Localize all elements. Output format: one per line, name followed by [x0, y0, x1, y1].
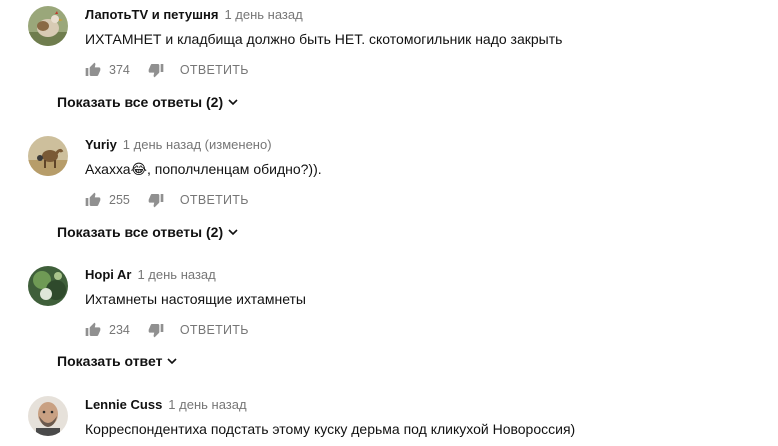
comment-text: Ихтамнеты настоящие ихтамнеты — [85, 291, 306, 307]
chevron-down-icon — [228, 228, 238, 236]
comment-body: Hopi Ar 1 день назад Ихтамнеты настоящие … — [85, 266, 765, 340]
timestamp[interactable]: 1 день назад — [137, 267, 215, 282]
comment-header: Yuriy 1 день назад (изменено) — [85, 136, 765, 154]
reply-button[interactable]: ОТВЕТИТЬ — [180, 323, 249, 337]
timestamp[interactable]: 1 день назад — [168, 397, 246, 412]
comment-text: ИХТАМНЕТ и кладбища должно быть НЕТ. ско… — [85, 31, 563, 47]
comment-header: Lennie Cuss 1 день назад — [85, 396, 765, 414]
thumbs-down-icon[interactable] — [148, 322, 164, 338]
comment-body: Lennie Cuss 1 день назад Корреспондентиха… — [85, 396, 765, 438]
show-replies-button[interactable]: Показать все ответы (2) — [57, 94, 238, 110]
author-name[interactable]: Yuriy — [85, 137, 117, 152]
comment-actions: 234 ОТВЕТИТЬ — [85, 320, 765, 340]
comment-text: Ахахха😂, пополчленцам обидно?)). — [85, 161, 322, 177]
comment-actions: 255 ОТВЕТИТЬ — [85, 190, 765, 210]
author-name[interactable]: Lennie Cuss — [85, 397, 162, 412]
chevron-down-icon — [228, 98, 238, 106]
show-replies-button[interactable]: Показать все ответы (2) — [57, 224, 238, 240]
like-count: 234 — [109, 323, 130, 337]
thumbs-down-icon[interactable] — [148, 62, 164, 78]
thumbs-up-icon[interactable] — [85, 192, 101, 208]
like-count: 255 — [109, 193, 130, 207]
comment-body: ЛапотьTV и петушня 1 день назад ИХТАМНЕТ … — [85, 6, 765, 80]
show-replies-label: Показать все ответы (2) — [57, 224, 224, 240]
comment-header: ЛапотьTV и петушня 1 день назад — [85, 6, 765, 24]
avatar[interactable] — [28, 136, 68, 176]
author-name[interactable]: Hopi Ar — [85, 267, 131, 282]
timestamp[interactable]: 1 день назад — [224, 7, 302, 22]
avatar[interactable] — [28, 396, 68, 436]
reply-button[interactable]: ОТВЕТИТЬ — [180, 193, 249, 207]
thumbs-up-icon[interactable] — [85, 62, 101, 78]
show-replies-label: Показать ответ — [57, 353, 163, 369]
like-count: 374 — [109, 63, 130, 77]
reply-button[interactable]: ОТВЕТИТЬ — [180, 63, 249, 77]
thumbs-down-icon[interactable] — [148, 192, 164, 208]
chevron-down-icon — [167, 357, 178, 365]
comment-text: Корреспондентиха подстать этому куску де… — [85, 421, 576, 437]
comment-header: Hopi Ar 1 день назад — [85, 266, 765, 284]
timestamp[interactable]: 1 день назад (изменено) — [123, 137, 272, 152]
show-replies-button[interactable]: Показать ответ — [57, 353, 178, 369]
author-name[interactable]: ЛапотьTV и петушня — [85, 7, 218, 22]
avatar[interactable] — [28, 6, 68, 46]
comment-actions: 374 ОТВЕТИТЬ — [85, 60, 765, 80]
thumbs-up-icon[interactable] — [85, 322, 101, 338]
comment-body: Yuriy 1 день назад (изменено) Ахахха😂, по… — [85, 136, 765, 210]
show-replies-label: Показать все ответы (2) — [57, 94, 224, 110]
avatar[interactable] — [28, 266, 68, 306]
